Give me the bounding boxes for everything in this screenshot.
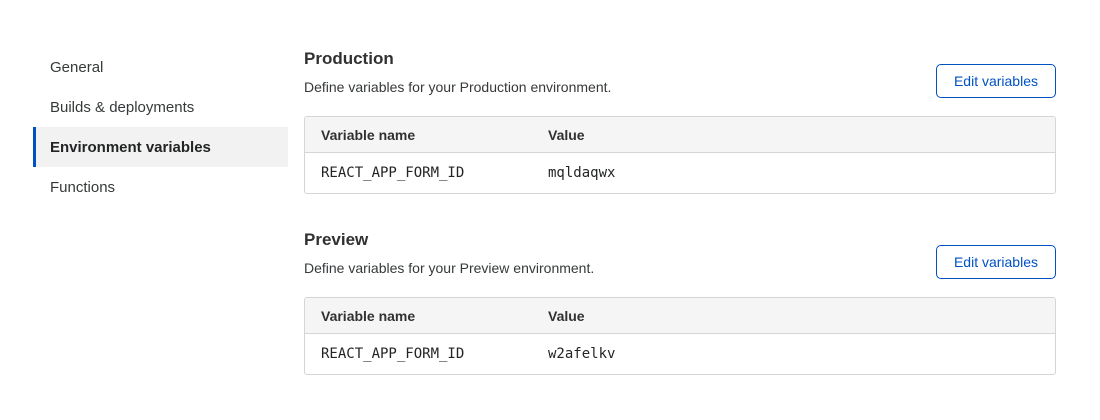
column-header-variable-name: Variable name <box>305 117 532 152</box>
sidebar-item-environment-variables[interactable]: Environment variables <box>33 127 288 167</box>
production-section: Production Define variables for your Pro… <box>304 48 1056 194</box>
settings-page: General Builds & deployments Environment… <box>0 0 1100 420</box>
sidebar-item-label: Functions <box>50 179 115 196</box>
table-row: REACT_APP_FORM_ID w2afelkv <box>305 334 1055 374</box>
sidebar-item-label: General <box>50 59 103 76</box>
variable-name-cell: REACT_APP_FORM_ID <box>305 153 532 193</box>
variable-value-cell: mqldaqwx <box>532 153 1055 193</box>
edit-variables-button-preview[interactable]: Edit variables <box>936 245 1056 279</box>
column-header-variable-name: Variable name <box>305 298 532 333</box>
variable-name-cell: REACT_APP_FORM_ID <box>305 334 532 374</box>
environment-variables-panel: Production Define variables for your Pro… <box>304 0 1056 375</box>
edit-variables-button-production[interactable]: Edit variables <box>936 64 1056 98</box>
table-header-row: Variable name Value <box>305 298 1055 334</box>
sidebar-item-functions[interactable]: Functions <box>33 167 288 207</box>
sidebar-item-label: Builds & deployments <box>50 99 194 116</box>
sidebar-item-general[interactable]: General <box>33 47 288 87</box>
preview-section: Preview Define variables for your Previe… <box>304 229 1056 375</box>
settings-sidebar: General Builds & deployments Environment… <box>33 47 288 207</box>
table-row: REACT_APP_FORM_ID mqldaqwx <box>305 153 1055 193</box>
sidebar-item-label: Environment variables <box>50 139 211 156</box>
variable-value-cell: w2afelkv <box>532 334 1055 374</box>
column-header-value: Value <box>532 117 1055 152</box>
production-variables-table: Variable name Value REACT_APP_FORM_ID mq… <box>304 116 1056 194</box>
sidebar-item-builds-deployments[interactable]: Builds & deployments <box>33 87 288 127</box>
preview-variables-table: Variable name Value REACT_APP_FORM_ID w2… <box>304 297 1056 375</box>
table-header-row: Variable name Value <box>305 117 1055 153</box>
column-header-value: Value <box>532 298 1055 333</box>
